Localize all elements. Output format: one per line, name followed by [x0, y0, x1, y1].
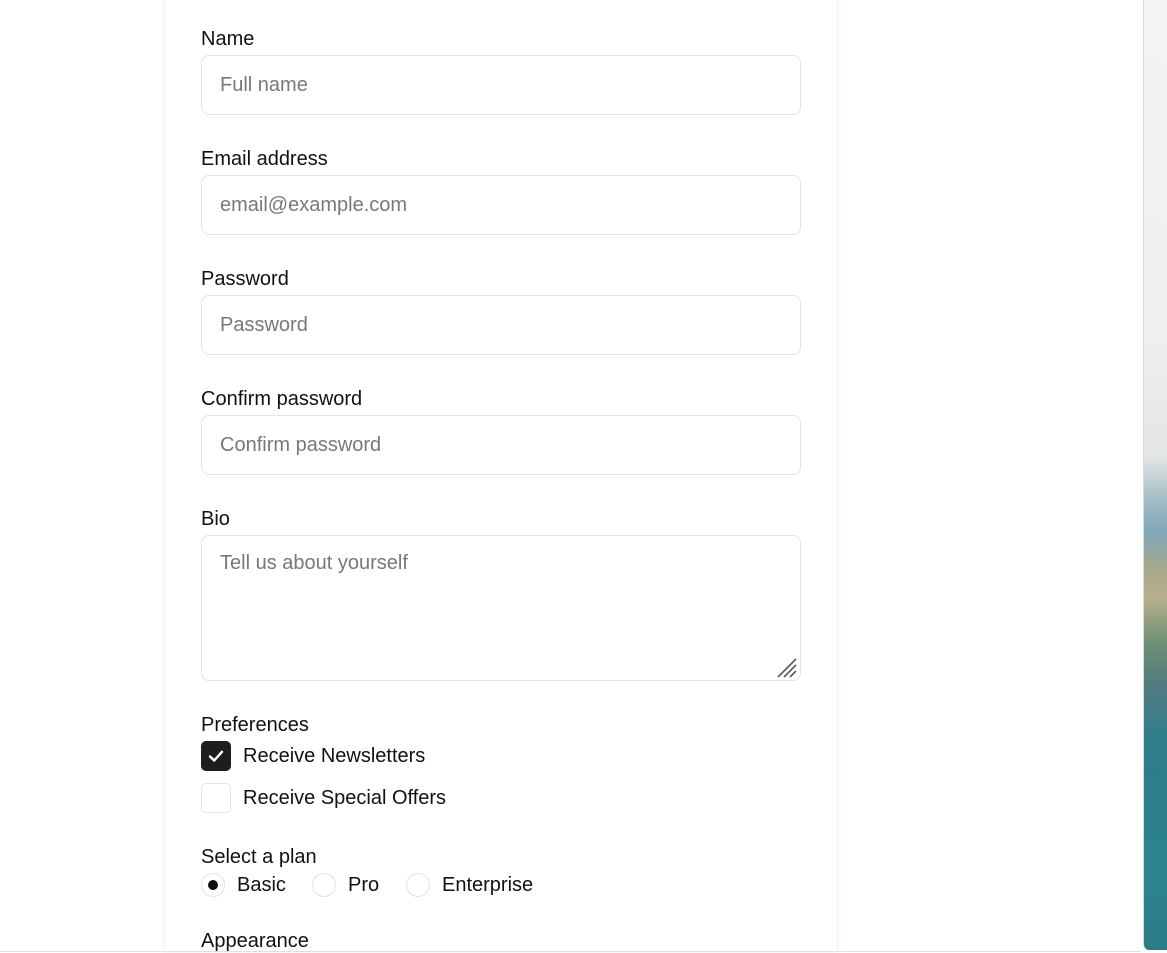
confirm-password-input[interactable]	[201, 415, 801, 475]
name-input[interactable]	[201, 55, 801, 115]
radio-selected-dot	[208, 880, 218, 890]
resize-grip-icon[interactable]	[775, 656, 797, 678]
plan-radio-pro[interactable]	[312, 873, 336, 897]
landscape-image	[1143, 0, 1167, 950]
special-offers-checkbox[interactable]	[201, 783, 231, 813]
plan-radio-enterprise[interactable]	[406, 873, 430, 897]
password-label: Password	[201, 268, 289, 290]
plan-label: Select a plan	[201, 846, 317, 868]
newsletter-label: Receive Newsletters	[243, 744, 426, 767]
scenic-panel	[1131, 0, 1167, 953]
newsletter-option[interactable]: Receive Newsletters	[201, 741, 425, 771]
plan-option-basic[interactable]: Basic	[201, 873, 286, 897]
plan-label-basic: Basic	[237, 873, 286, 896]
newsletter-checkbox[interactable]	[201, 741, 231, 771]
confirm-password-label: Confirm password	[201, 388, 363, 410]
appearance-label: Appearance	[201, 930, 309, 952]
name-label: Name	[201, 28, 255, 50]
bio-textarea[interactable]	[201, 535, 801, 681]
special-offers-label: Receive Special Offers	[243, 786, 447, 809]
plan-label-enterprise: Enterprise	[442, 873, 534, 896]
bottom-divider	[0, 951, 1140, 952]
plan-radio-basic[interactable]	[201, 873, 225, 897]
email-input[interactable]	[201, 175, 801, 235]
bio-label: Bio	[201, 508, 230, 530]
email-label: Email address	[201, 148, 328, 170]
check-icon	[208, 750, 224, 762]
special-offers-option[interactable]: Receive Special Offers	[201, 783, 446, 813]
password-input[interactable]	[201, 295, 801, 355]
plan-option-enterprise[interactable]: Enterprise	[406, 873, 533, 897]
plan-option-pro[interactable]: Pro	[312, 873, 379, 897]
preferences-label: Preferences	[201, 714, 309, 736]
page: Name Email address Password Confirm pass…	[0, 0, 1167, 953]
plan-label-pro: Pro	[348, 873, 380, 896]
